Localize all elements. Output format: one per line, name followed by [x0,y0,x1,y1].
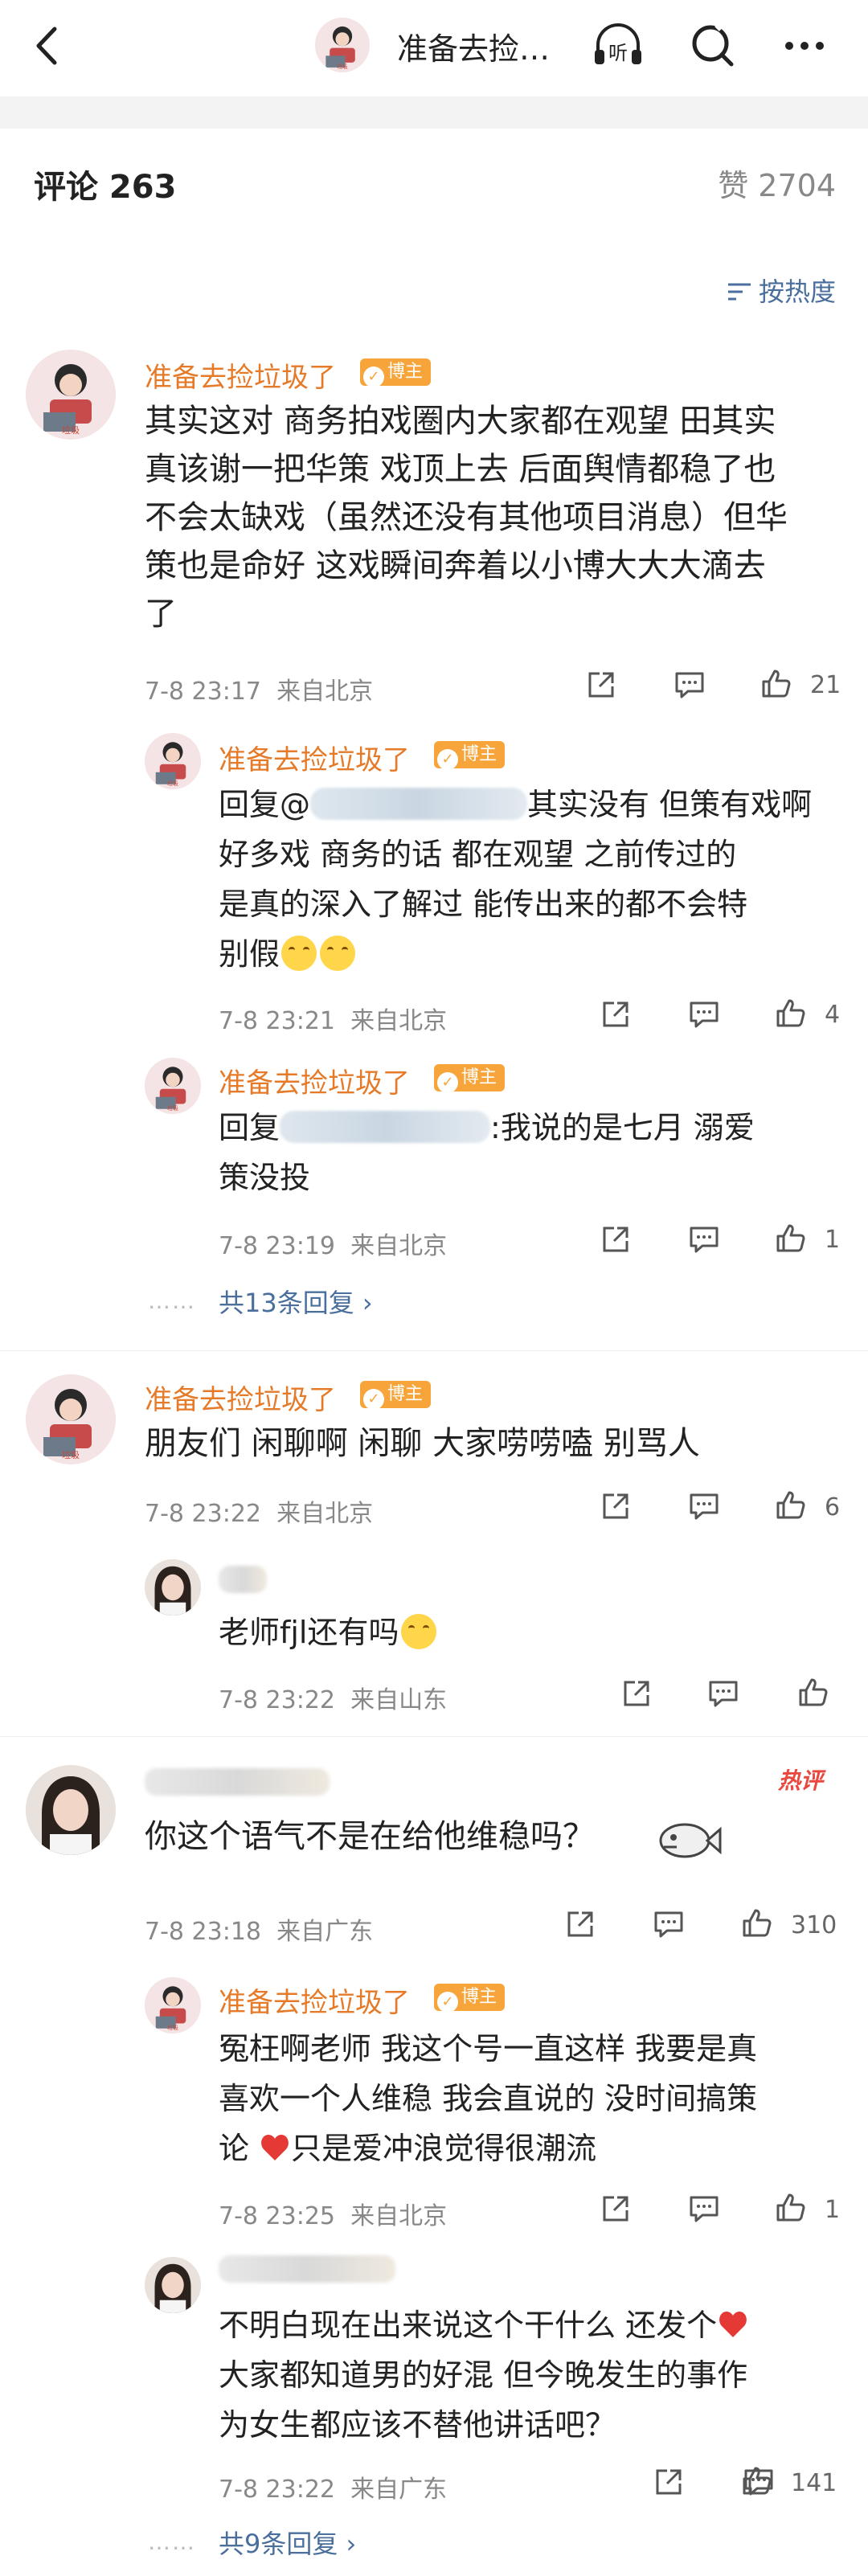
like-count: 1 [825,2196,841,2224]
sort-label: 按热度 [758,276,836,307]
reply-text: 不明白现在出来说这个干什么 还发个 大家都知道男的好混 但今晚发生的事作 为女生… [219,2308,748,2443]
avatar[interactable] [26,350,116,440]
reply-icon[interactable] [706,1676,741,1711]
reply-meta: 7-8 23:19 来自北京 [219,1232,448,1260]
reply-author[interactable]: 准备去捡垃圾了 [219,738,410,777]
thread-separator [0,1350,868,1351]
dots-divider: …… [148,2529,196,2555]
search-icon[interactable] [685,18,741,74]
like-icon[interactable] [773,995,809,1030]
nav-title[interactable]: 准备去捡… [397,24,550,68]
section-divider [0,96,868,129]
avatar[interactable] [145,1559,201,1616]
more-replies-link[interactable]: 共13条回复 › [219,1283,373,1320]
heart-emoji-icon [719,2312,747,2337]
comments-count[interactable]: 评论 263 [34,161,176,207]
share-icon[interactable] [563,1906,598,1942]
share-icon[interactable] [598,2191,633,2226]
svg-text:听: 听 [608,42,628,64]
fish-sticker-icon [659,1823,722,1858]
reply-text: 回复@ 其实没有 但策有戏啊 好多戏 商务的话 都在观望 之前传过的 是真的深入了… [219,787,813,972]
reply-text: 老师fjl还有吗 [219,1607,438,1657]
blurred-username [219,2255,395,2283]
like-icon[interactable] [773,1487,809,1522]
laugh-emoji-icon [281,936,317,971]
reply-meta: 7-8 23:25 来自北京 [219,2202,448,2230]
reply-text: 冤枉啊老师 我这个号一直这样 我要是真 喜欢一个人维稳 我会直说的 没时间搞策 … [219,2031,758,2166]
comments-header: 评论 263 赞 2704 [0,129,868,225]
comment-author[interactable]: 准备去捡垃圾了 [145,355,336,395]
reply-icon[interactable] [672,667,707,702]
reply-icon[interactable] [686,1489,722,1524]
share-icon[interactable] [619,1676,654,1711]
reply-icon[interactable] [686,2191,722,2226]
sort-icon [727,283,751,301]
reply-author[interactable]: 准备去捡垃圾了 [219,1061,410,1100]
avatar[interactable] [145,2257,201,2313]
comment-meta: 7-8 23:17 来自北京 [145,678,374,706]
reply-meta: 7-8 23:22 来自广东 [219,2476,448,2504]
like-icon[interactable] [739,1905,775,1940]
avatar[interactable] [26,1374,116,1464]
hot-comment-badge: 热评 [778,1767,824,1794]
like-icon[interactable] [796,1674,831,1710]
comment-author[interactable]: 准备去捡垃圾了 [145,1378,336,1417]
comment-text: 朋友们 闲聊啊 闲聊 大家唠唠嗑 别骂人 [145,1425,700,1462]
blogger-badge: ✓ 博主 [434,741,506,770]
comment-meta: 7-8 23:22 来自北京 [145,1500,374,1528]
reply-meta: 7-8 23:22 来自山东 [219,1686,448,1714]
share-icon[interactable] [583,667,619,702]
back-arrow-icon[interactable] [24,18,72,74]
more-options-icon[interactable] [776,18,833,74]
thread-separator [0,1736,868,1737]
blogger-badge: ✓ 博主 [434,1984,506,2013]
reply-icon[interactable] [686,997,722,1032]
avatar[interactable] [26,1765,116,1855]
nav-avatar[interactable] [315,18,370,72]
like-count: 310 [791,1911,837,1939]
more-replies-link[interactable]: 共9条回复 › [219,2524,356,2561]
comment-text: 其实这对 商务拍戏圈内大家都在观望 田其实 真该谢一把华策 戏顶上去 后面舆情都稳… [145,403,788,633]
avatar[interactable] [145,1058,201,1114]
share-icon[interactable] [598,1222,633,1257]
laugh-emoji-icon [320,936,356,971]
like-count: 21 [810,671,841,699]
sort-toggle[interactable]: 按热度 [725,272,836,309]
like-icon[interactable] [759,666,794,701]
blogger-badge: ✓ 博主 [434,1064,506,1093]
comment-meta: 7-8 23:18 来自广东 [145,1918,374,1946]
share-icon[interactable] [651,2464,686,2500]
like-icon[interactable] [739,2463,775,2498]
like-icon[interactable] [773,2189,809,2225]
top-navigation-bar: 准备去捡… 听 [0,0,868,92]
heart-emoji-icon [261,2135,289,2160]
crying-emoji-icon [400,1614,436,1649]
like-count: 141 [791,2469,837,2497]
reply-meta: 7-8 23:21 来自北京 [219,1007,448,1035]
reply-icon[interactable] [651,1906,686,1942]
reply-text: 回复:我说的是七月 溺爱 策没投 [219,1110,755,1195]
listen-icon[interactable]: 听 [590,18,646,74]
like-count: 6 [825,1493,841,1521]
share-icon[interactable] [598,997,633,1032]
reply-author[interactable]: 准备去捡垃圾了 [219,1980,410,2020]
blurred-username [219,1566,267,1593]
reply-icon[interactable] [686,1222,722,1257]
dots-divider: …… [148,1288,196,1314]
like-icon[interactable] [773,1220,809,1255]
blurred-username [145,1768,330,1796]
like-count: 4 [825,1001,841,1029]
blogger-badge: ✓ 博主 [360,1381,432,1410]
comment-text: 你这个语气不是在给他维稳吗？ [145,1818,595,1855]
blogger-badge: ✓ 博主 [360,358,432,387]
share-icon[interactable] [598,1489,633,1524]
likes-count[interactable]: 赞 2704 [718,161,836,205]
like-count: 1 [825,1226,841,1254]
avatar[interactable] [145,1977,201,2033]
avatar[interactable] [145,733,201,789]
